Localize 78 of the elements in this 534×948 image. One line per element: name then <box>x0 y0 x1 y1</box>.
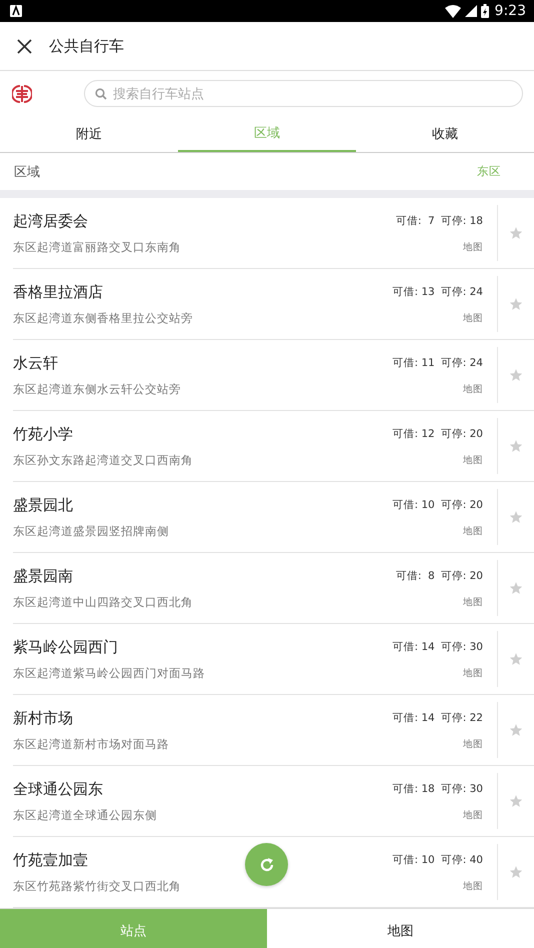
refresh-icon <box>258 856 274 872</box>
map-link[interactable]: 地图 <box>463 808 483 822</box>
battery-icon <box>480 4 489 18</box>
available-bikes: 可借: 10 <box>392 498 435 512</box>
page-title: 公共自行车 <box>49 36 124 56</box>
star-icon[interactable] <box>509 510 523 524</box>
available-docks: 可停: 24 <box>440 285 483 299</box>
station-name: 紫马岭公园西门 <box>13 638 118 656</box>
close-icon[interactable] <box>17 38 32 54</box>
station-address: 东区起湾道东侧水云轩公交站旁 <box>13 382 181 396</box>
wifi-icon <box>444 4 461 18</box>
station-name: 盛景园北 <box>13 496 73 514</box>
signal-icon <box>464 5 477 17</box>
station-name: 竹苑小学 <box>13 424 73 444</box>
logo-icon <box>12 84 32 104</box>
refresh-button[interactable] <box>245 843 288 886</box>
station-address: 东区起湾道紫马岭公园西门对面马路 <box>13 666 205 680</box>
status-time: 9:23 <box>494 3 526 19</box>
station-name: 起湾居委会 <box>13 212 88 230</box>
available-docks: 可停: 30 <box>440 782 483 796</box>
available-docks: 可停: 30 <box>440 640 483 654</box>
station-address: 东区起湾道富丽路交叉口东南角 <box>13 240 181 254</box>
star-icon[interactable] <box>509 865 523 879</box>
star-icon[interactable] <box>509 297 523 311</box>
station-address: 东区竹苑路紫竹街交叉口西北角 <box>13 878 181 894</box>
station-name: 新村市场 <box>13 708 73 728</box>
available-docks: 可停: 20 <box>440 569 483 583</box>
station-address: 东区起湾道盛景园竖招牌南侧 <box>13 524 169 538</box>
available-docks: 可停: 20 <box>440 427 483 441</box>
available-bikes: 可借: 11 <box>392 356 435 370</box>
star-icon[interactable] <box>509 226 523 240</box>
available-docks: 可停: 22 <box>440 711 483 725</box>
available-docks: 可停: 20 <box>440 498 483 512</box>
map-link[interactable]: 地图 <box>463 666 483 680</box>
station-name: 水云轩 <box>13 354 58 372</box>
star-icon[interactable] <box>509 794 523 808</box>
filter-label: 区域 <box>14 164 40 180</box>
map-link[interactable]: 地图 <box>463 454 483 466</box>
map-link[interactable]: 地图 <box>463 880 483 892</box>
star-icon[interactable] <box>509 581 523 595</box>
tab[interactable]: 区域 <box>178 116 356 152</box>
map-link[interactable]: 地图 <box>463 240 483 254</box>
star-icon[interactable] <box>509 723 523 737</box>
map-link[interactable]: 地图 <box>463 738 483 750</box>
station-address: 东区孙文东路起湾道交叉口西南角 <box>13 452 193 468</box>
available-docks: 可停: 24 <box>440 356 483 370</box>
notification-icon <box>10 5 22 17</box>
station-name: 盛景园南 <box>13 566 73 586</box>
station-address: 东区起湾道新村市场对面马路 <box>13 736 169 752</box>
station-name: 香格里拉酒店 <box>13 282 103 302</box>
available-bikes: 可借: 18 <box>392 782 435 796</box>
available-bikes: 可借: 8 <box>396 569 435 583</box>
station-name: 全球通公园东 <box>13 780 103 798</box>
station-name: 竹苑壹加壹 <box>13 850 88 870</box>
map-link[interactable]: 地图 <box>463 596 483 608</box>
map-link[interactable]: 地图 <box>463 312 483 324</box>
map-link[interactable]: 地图 <box>463 382 483 396</box>
station-address: 东区起湾道全球通公园东侧 <box>13 808 157 822</box>
available-docks: 可停: 40 <box>440 853 483 867</box>
tab[interactable]: 收藏 <box>356 116 534 152</box>
available-bikes: 可借: 7 <box>396 214 435 228</box>
available-bikes: 可借: 14 <box>392 711 435 725</box>
available-bikes: 可借: 13 <box>392 285 435 299</box>
star-icon[interactable] <box>509 439 523 453</box>
available-bikes: 可借: 12 <box>392 427 435 441</box>
tab[interactable]: 附近 <box>0 116 178 152</box>
station-address: 东区起湾道东侧香格里拉公交站旁 <box>13 310 193 326</box>
star-icon[interactable] <box>509 652 523 666</box>
map-link[interactable]: 地图 <box>463 524 483 538</box>
search-icon <box>95 88 107 100</box>
available-bikes: 可借: 10 <box>392 853 435 867</box>
available-docks: 可停: 18 <box>440 214 483 228</box>
available-bikes: 可借: 14 <box>392 640 435 654</box>
bottom-tab[interactable]: 站点 <box>0 909 267 948</box>
station-address: 东区起湾道中山四路交叉口西北角 <box>13 594 193 610</box>
district-selector[interactable]: 东区 <box>477 164 501 179</box>
star-icon[interactable] <box>509 368 523 382</box>
search-field[interactable]: 搜索自行车站点 <box>84 80 523 107</box>
